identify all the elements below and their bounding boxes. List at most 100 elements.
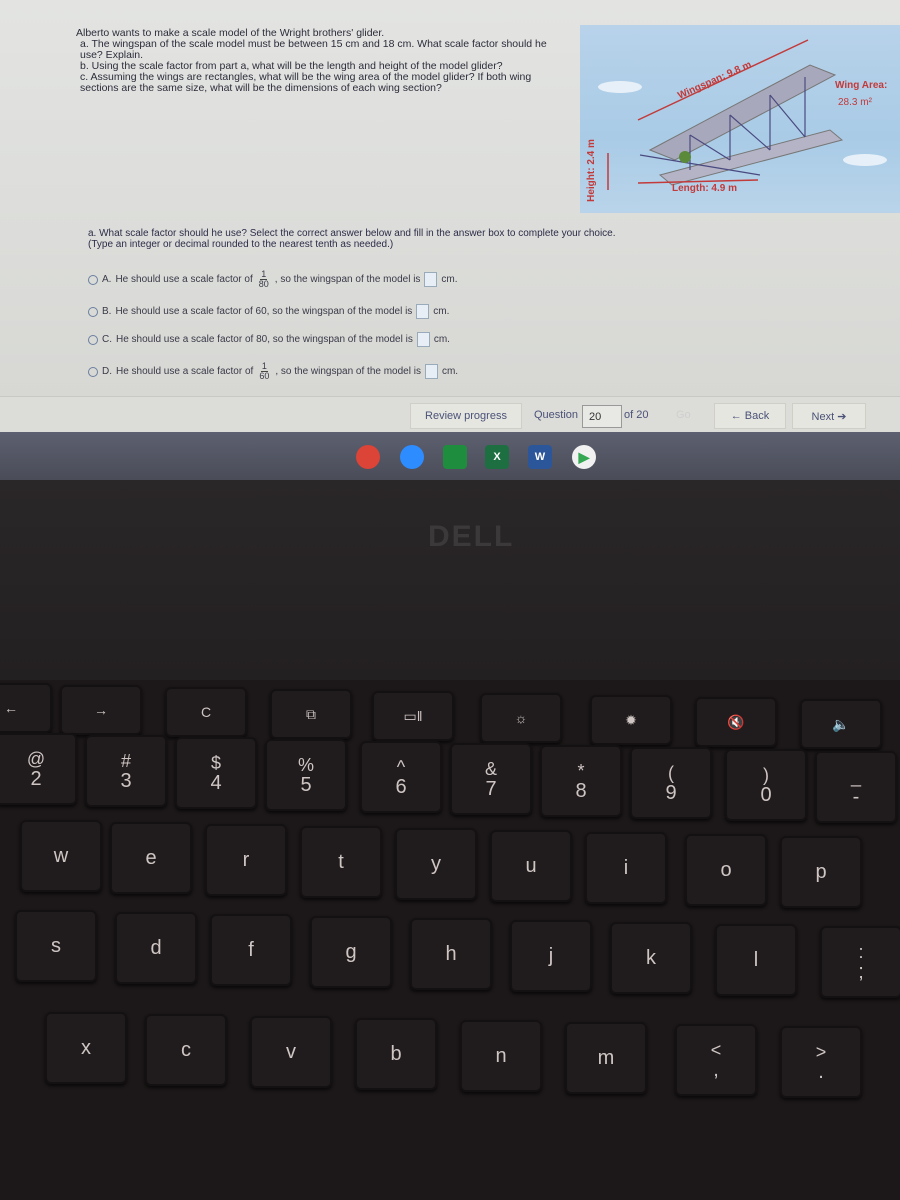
key-y[interactable]: y [395, 828, 477, 900]
function-key-0[interactable]: ← [0, 683, 52, 733]
key-0[interactable]: ) 0 [725, 749, 807, 821]
key-l[interactable]: l [715, 924, 797, 996]
key-8[interactable]: * 8 [540, 745, 622, 817]
key-label: ⧉ [306, 706, 316, 722]
option-text: He should use a scale factor of [116, 366, 254, 377]
function-key-3[interactable]: ⧉ [270, 689, 352, 739]
key-shift-label: # [120, 751, 131, 771]
go-button[interactable]: Go [676, 409, 691, 421]
key-label: c [181, 1039, 191, 1061]
radio-button[interactable] [88, 366, 98, 377]
height-label: Height: 2.4 m [585, 139, 597, 202]
option-letter: C. [102, 334, 112, 345]
key-k[interactable]: k [610, 922, 692, 994]
key-label: m [597, 1047, 615, 1069]
excel-icon[interactable]: X [485, 445, 509, 469]
key-g[interactable]: g [310, 916, 392, 988]
function-key-2[interactable]: C [165, 687, 247, 737]
key-;[interactable]: :; [820, 926, 900, 998]
key-x[interactable]: x [45, 1012, 127, 1084]
key-label: ✹ [625, 712, 637, 728]
key-o[interactable]: o [685, 834, 767, 906]
key-d[interactable]: d [115, 912, 197, 984]
key--[interactable]: _ - [815, 751, 897, 823]
function-key-6[interactable]: ✹ [590, 695, 672, 745]
key-label: ▭‖ [403, 708, 423, 724]
chrome-icon[interactable] [356, 445, 380, 469]
key-e[interactable]: e [110, 822, 192, 894]
function-key-4[interactable]: ▭‖ [372, 691, 454, 741]
key-2[interactable]: @2 [0, 733, 77, 805]
part-a-instructions: a. What scale factor should he use? Sele… [88, 228, 616, 239]
key-m[interactable]: m [565, 1022, 647, 1094]
key-j[interactable]: j [510, 920, 592, 992]
zoom-icon[interactable] [400, 445, 424, 469]
key-6[interactable]: ^ 6 [360, 741, 442, 813]
function-key-5[interactable]: ☼ [480, 693, 562, 743]
key-label: 2 [30, 768, 42, 790]
review-progress-button[interactable]: Review progress [410, 403, 522, 429]
key-h[interactable]: h [410, 918, 492, 990]
key-label: j [548, 945, 554, 967]
back-button[interactable]: ← Back [714, 403, 786, 429]
key-i[interactable]: i [585, 832, 667, 904]
answer-box[interactable] [416, 304, 430, 319]
unit-label: cm. [441, 274, 458, 285]
key-u[interactable]: u [490, 830, 572, 902]
answer-box[interactable] [424, 272, 438, 287]
key-n[interactable]: n [460, 1020, 542, 1092]
key-label: b [390, 1043, 402, 1065]
key-label: h [445, 943, 457, 965]
key-,[interactable]: <, [675, 1024, 757, 1096]
answer-option-c[interactable]: C. He should use a scale factor of 80, s… [88, 332, 450, 347]
answer-option-a[interactable]: A. He should use a scale factor of 1 80 , … [88, 270, 458, 289]
wing-area-label: Wing Area: [835, 80, 888, 91]
key-w[interactable]: w [20, 820, 102, 892]
answer-box[interactable] [416, 332, 430, 347]
key-shift-label: > [815, 1042, 827, 1062]
key-f[interactable]: f [210, 914, 292, 986]
key-label: 🔇 [727, 714, 745, 730]
google-classroom-icon[interactable] [443, 445, 467, 469]
key-r[interactable]: r [205, 824, 287, 896]
key-label: 🔈 [832, 716, 850, 732]
key-label: u [525, 855, 537, 877]
function-key-7[interactable]: 🔇 [695, 697, 777, 747]
key-5[interactable]: % 5 [265, 739, 347, 811]
unit-label: cm. [441, 366, 459, 377]
key-7[interactable]: & 7 [450, 743, 532, 815]
key-label: y [431, 853, 441, 875]
key-3[interactable]: #3 [85, 735, 167, 807]
key-label: w [53, 845, 69, 867]
radio-button[interactable] [88, 306, 98, 317]
answer-box[interactable] [424, 364, 438, 379]
function-key-1[interactable]: → [60, 685, 142, 735]
key-9[interactable]: (9 [630, 747, 712, 819]
key-label: , [713, 1059, 719, 1081]
answer-option-b[interactable]: B. He should use a scale factor of 60, s… [88, 304, 449, 319]
key-shift-label: ^ [396, 757, 406, 777]
key-b[interactable]: b [355, 1018, 437, 1090]
key-label: 6 [395, 776, 407, 798]
radio-button[interactable] [88, 274, 98, 285]
word-icon[interactable]: W [528, 445, 552, 469]
answer-option-d[interactable]: D. He should use a scale factor of 1 60 , … [88, 362, 458, 381]
radio-button[interactable] [88, 334, 98, 345]
function-key-8[interactable]: 🔈 [800, 699, 882, 749]
key-label: r [242, 849, 250, 871]
key-p[interactable]: p [780, 836, 862, 908]
unit-label: cm. [433, 334, 450, 345]
key-4[interactable]: $4 [175, 737, 257, 809]
key-v[interactable]: v [250, 1016, 332, 1088]
key-c[interactable]: c [145, 1014, 227, 1086]
key-.[interactable]: >. [780, 1026, 862, 1098]
key-label: f [248, 939, 254, 961]
question-total: of 20 [624, 409, 649, 421]
question-number-input[interactable]: 20 [582, 405, 622, 428]
key-s[interactable]: s [15, 910, 97, 982]
dell-logo: DELL [428, 520, 515, 553]
next-button[interactable]: Next ➔ [792, 403, 866, 429]
play-store-icon[interactable]: ▶ [572, 445, 596, 469]
key-t[interactable]: t [300, 826, 382, 898]
option-text-cont: , so the wingspan of the model is [275, 366, 421, 377]
